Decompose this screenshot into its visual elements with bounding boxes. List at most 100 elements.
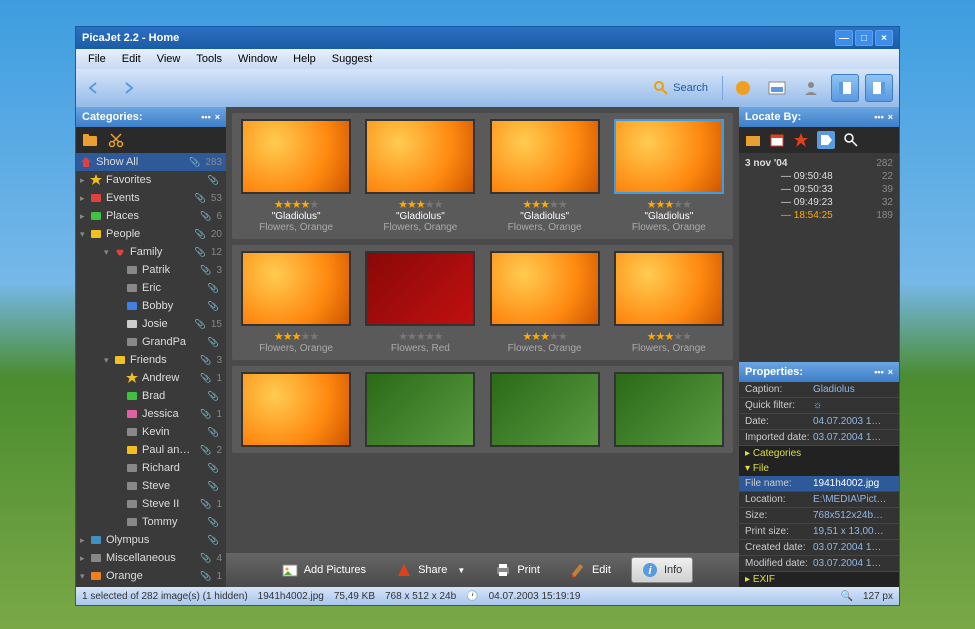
category-item[interactable]: Tommy📎: [76, 513, 226, 531]
share-button[interactable]: Share ▼: [386, 558, 475, 582]
menu-tools[interactable]: Tools: [188, 51, 230, 67]
rating-stars[interactable]: ★★★★★: [508, 198, 582, 211]
category-item[interactable]: Jessica📎1: [76, 405, 226, 423]
expand-icon[interactable]: ▾: [104, 355, 112, 366]
category-item[interactable]: Steve📎: [76, 477, 226, 495]
expand-icon[interactable]: ▾: [80, 229, 88, 240]
rating-stars[interactable]: ★★★★★: [632, 198, 706, 211]
print-button[interactable]: Print: [485, 558, 550, 582]
status-zoom-icon[interactable]: 🔍: [841, 591, 853, 602]
locate-options-icon[interactable]: •••: [874, 112, 883, 122]
category-item[interactable]: GrandPa📎: [76, 333, 226, 351]
toolbar-people-button[interactable]: [797, 74, 825, 102]
expand-icon[interactable]: ▸: [80, 211, 88, 222]
prop-date-value[interactable]: 04.07.2003 1…: [813, 416, 893, 427]
locate-tag-icon[interactable]: [817, 131, 835, 149]
category-item[interactable]: ▸Events📎53: [76, 189, 226, 207]
expand-icon[interactable]: ▾: [80, 571, 88, 582]
toolbar-panel-left-button[interactable]: [831, 74, 859, 102]
toolbar-image-button[interactable]: [763, 74, 791, 102]
titlebar[interactable]: PicaJet 2.2 - Home — □ ×: [76, 27, 899, 49]
category-item[interactable]: Steve II📎1: [76, 495, 226, 513]
prop-section-exif[interactable]: ▸ EXIF: [739, 572, 899, 587]
prop-size-value[interactable]: 768x512x24b…: [813, 510, 893, 521]
thumbnail-image[interactable]: [490, 372, 600, 447]
thumbnail-image[interactable]: [241, 251, 351, 326]
props-options-icon[interactable]: •••: [874, 367, 883, 377]
prop-caption-value[interactable]: Gladiolus: [813, 384, 893, 395]
category-item[interactable]: Kevin📎: [76, 423, 226, 441]
category-item[interactable]: Paul an…📎2: [76, 441, 226, 459]
thumbnail-image[interactable]: [365, 119, 475, 194]
thumbnail-image[interactable]: [365, 372, 475, 447]
folder-icon[interactable]: [82, 133, 98, 147]
expand-icon[interactable]: ▸: [80, 535, 88, 546]
category-item[interactable]: Eric📎: [76, 279, 226, 297]
category-item[interactable]: ▸Favorites📎: [76, 171, 226, 189]
thumbnail-image[interactable]: [490, 119, 600, 194]
category-item[interactable]: ▾Friends📎3: [76, 351, 226, 369]
locate-search-icon[interactable]: [843, 132, 859, 148]
prop-modified-value[interactable]: 03.07.2004 1…: [813, 558, 893, 569]
locate-calendar-icon[interactable]: [769, 132, 785, 148]
category-item[interactable]: Bobby📎: [76, 297, 226, 315]
locate-time-row[interactable]: — 09:49:2332: [743, 196, 895, 209]
minimize-button[interactable]: —: [835, 30, 853, 46]
toolbar-panel-right-button[interactable]: [865, 74, 893, 102]
rating-stars[interactable]: ★★★★★: [259, 198, 333, 211]
expand-icon[interactable]: ▸: [80, 193, 88, 204]
category-item[interactable]: ▸Olympus📎: [76, 531, 226, 549]
menu-file[interactable]: File: [80, 51, 114, 67]
info-button[interactable]: i Info: [631, 557, 693, 583]
locate-close-icon[interactable]: ×: [888, 112, 893, 122]
prop-printsize-value[interactable]: 19,51 x 13,00…: [813, 526, 893, 537]
thumbnail-image[interactable]: [614, 251, 724, 326]
expand-icon[interactable]: ▸: [80, 553, 88, 564]
locate-time-row[interactable]: — 09:50:3339: [743, 183, 895, 196]
props-close-icon[interactable]: ×: [888, 367, 893, 377]
menu-window[interactable]: Window: [230, 51, 285, 67]
thumbnail-image[interactable]: [365, 251, 475, 326]
category-item[interactable]: ▾People📎20: [76, 225, 226, 243]
menu-help[interactable]: Help: [285, 51, 324, 67]
thumbnail-image[interactable]: [490, 251, 600, 326]
thumbnail-image[interactable]: [614, 372, 724, 447]
category-item[interactable]: Richard📎: [76, 459, 226, 477]
thumbnail-image[interactable]: [614, 119, 724, 194]
back-button[interactable]: [82, 74, 110, 102]
rating-stars[interactable]: ★★★★★: [259, 330, 333, 343]
rating-stars[interactable]: ★★★★★: [508, 330, 582, 343]
locate-date-row[interactable]: 3 nov '04 282: [743, 157, 895, 170]
category-item[interactable]: Josie📎15: [76, 315, 226, 333]
category-item[interactable]: Andrew📎1: [76, 369, 226, 387]
menu-edit[interactable]: Edit: [114, 51, 149, 67]
maximize-button[interactable]: □: [855, 30, 873, 46]
expand-icon[interactable]: ▾: [104, 247, 112, 258]
category-item[interactable]: Brad📎: [76, 387, 226, 405]
rating-stars[interactable]: ★★★★★: [632, 330, 706, 343]
edit-button[interactable]: Edit: [560, 558, 621, 582]
search-button[interactable]: Search: [645, 76, 716, 100]
prop-location-value[interactable]: E:\MEDIA\Pict…: [813, 494, 893, 505]
locate-list[interactable]: 3 nov '04 282 — 09:50:4822— 09:50:3339— …: [739, 153, 899, 362]
thumbnail-image[interactable]: [241, 372, 351, 447]
thumbnail-image[interactable]: [241, 119, 351, 194]
category-item[interactable]: Show All📎283: [76, 153, 226, 171]
close-button[interactable]: ×: [875, 30, 893, 46]
rating-stars[interactable]: ★★★★★: [391, 330, 450, 343]
category-item[interactable]: ▸Places📎6: [76, 207, 226, 225]
category-item[interactable]: ▾Orange📎1: [76, 567, 226, 585]
prop-filename-value[interactable]: 1941h4002.jpg: [813, 478, 893, 489]
locate-star-icon[interactable]: [793, 132, 809, 148]
add-pictures-button[interactable]: Add Pictures: [272, 558, 376, 582]
prop-quickfilter-value[interactable]: ☼: [813, 400, 893, 411]
prop-section-file[interactable]: ▾ File: [739, 461, 899, 476]
share-dropdown-icon[interactable]: ▼: [457, 566, 465, 575]
prop-created-value[interactable]: 03.07.2004 1…: [813, 542, 893, 553]
category-item[interactable]: ▾Family📎12: [76, 243, 226, 261]
locate-folder-icon[interactable]: [745, 133, 761, 147]
locate-time-row[interactable]: — 18:54:25189: [743, 209, 895, 222]
prop-imported-value[interactable]: 03.07.2004 1…: [813, 432, 893, 443]
thumbnail-grid[interactable]: ★★★★★"Gladiolus"Flowers, Orange★★★★★"Gla…: [226, 107, 739, 553]
menu-suggest[interactable]: Suggest: [324, 51, 380, 67]
